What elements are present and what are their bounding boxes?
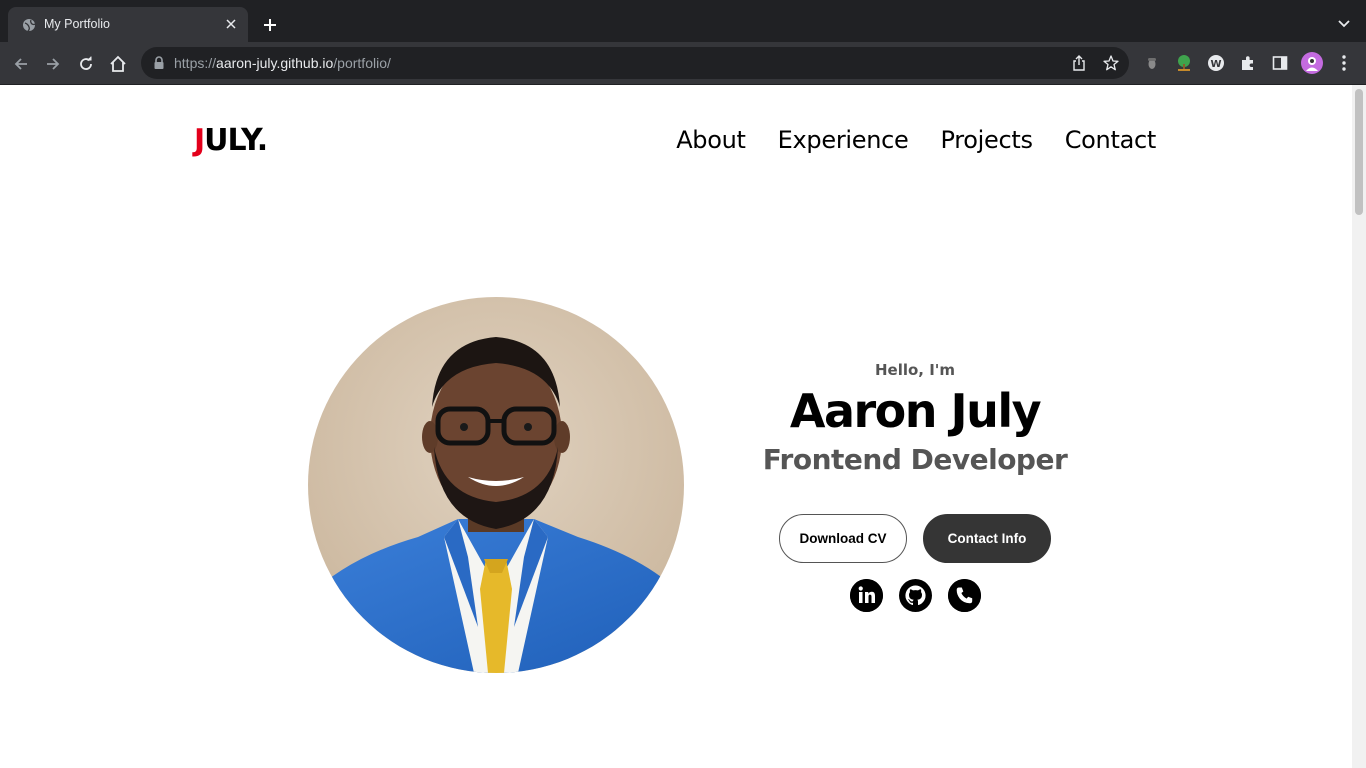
linkedin-icon[interactable]	[850, 579, 883, 612]
close-icon[interactable]	[222, 15, 240, 33]
main-nav: About Experience Projects Contact	[676, 126, 1156, 154]
extension-tree-icon[interactable]	[1172, 51, 1196, 75]
download-cv-button[interactable]: Download CV	[779, 514, 907, 563]
contact-info-button[interactable]: Contact Info	[923, 514, 1051, 563]
puzzle-icon[interactable]	[1236, 51, 1260, 75]
globe-icon	[22, 18, 36, 32]
browser-toolbar: https://aaron-july.github.io/portfolio/ …	[0, 42, 1366, 85]
page-content: JULY. About Experience Projects Contact	[0, 85, 1352, 768]
reload-icon[interactable]	[73, 51, 99, 77]
side-panel-icon[interactable]	[1268, 51, 1292, 75]
nav-link-contact[interactable]: Contact	[1065, 126, 1157, 154]
url-path: /portfolio/	[333, 55, 391, 71]
url-scheme: https://	[174, 55, 217, 71]
hero-greeting: Hello, I'm	[874, 361, 956, 379]
scrollbar-thumb[interactable]	[1355, 89, 1363, 215]
tab-title: My Portfolio	[44, 17, 110, 31]
hero-intro: Hello, I'm Aaron July Frontend Developer	[745, 361, 1085, 476]
share-icon[interactable]	[1069, 53, 1089, 73]
phone-icon[interactable]	[948, 579, 981, 612]
nav-link-experience[interactable]: Experience	[778, 126, 909, 154]
svg-text:W: W	[1210, 59, 1221, 70]
extension-w-icon[interactable]: W	[1204, 51, 1228, 75]
extension-acorn-icon[interactable]	[1140, 51, 1164, 75]
nav-link-projects[interactable]: Projects	[941, 126, 1034, 154]
url-host: aaron-july.github.io	[216, 55, 334, 71]
star-icon[interactable]	[1101, 53, 1121, 73]
address-bar[interactable]: https://aaron-july.github.io/portfolio/	[141, 47, 1129, 79]
hero-role: Frontend Developer	[762, 443, 1068, 476]
kebab-menu-icon[interactable]	[1332, 51, 1356, 75]
nav-link-about[interactable]: About	[676, 126, 746, 154]
github-icon[interactable]	[899, 579, 932, 612]
back-arrow-icon[interactable]	[8, 51, 34, 77]
plus-icon[interactable]	[258, 13, 282, 37]
lock-icon[interactable]	[153, 56, 165, 70]
chevron-down-icon[interactable]	[1334, 14, 1354, 34]
avatar[interactable]	[1300, 51, 1324, 75]
social-links	[850, 579, 981, 612]
forward-arrow-icon[interactable]	[40, 51, 66, 77]
logo-letter-j: J	[194, 123, 205, 158]
browser-tab-bar: My Portfolio	[0, 0, 1366, 42]
page-scrollbar[interactable]	[1352, 85, 1366, 768]
home-icon[interactable]	[105, 51, 131, 77]
profile-photo	[308, 297, 684, 673]
logo-rest: ULY.	[204, 123, 268, 158]
site-logo[interactable]: JULY.	[194, 123, 268, 158]
url-text: https://aaron-july.github.io/portfolio/	[174, 55, 391, 71]
hero-name: Aaron July	[789, 384, 1042, 438]
browser-tab[interactable]: My Portfolio	[8, 7, 248, 42]
